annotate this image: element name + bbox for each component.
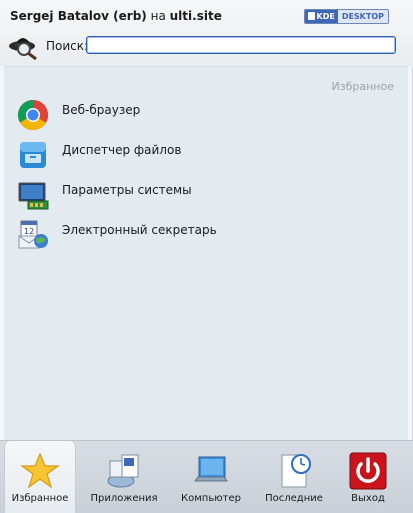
system-settings-icon [18, 182, 49, 210]
user-name: Sergej Batalov (erb) [10, 9, 147, 23]
favorite-file-manager[interactable]: Диспетчер файлов [14, 135, 394, 175]
chrome-icon [17, 100, 49, 131]
tab-label: Приложения [90, 493, 158, 504]
favorite-label: Веб-браузер [62, 103, 141, 117]
favorite-system-settings[interactable]: Параметры системы [14, 175, 394, 215]
launcher-header: Sergej Batalov (erb) на ulti.site KDE DE… [0, 0, 413, 66]
launcher-tabbar: Избранное Приложения Компьютер Последние… [0, 440, 413, 513]
personal-organizer-icon: 12 [18, 220, 48, 249]
tab-label: Компьютер [181, 493, 241, 504]
search-icon [9, 37, 37, 60]
computer-icon [194, 456, 228, 482]
application-launcher: Sergej Batalov (erb) на ulti.site KDE DE… [0, 0, 413, 513]
favorites-section-title: Избранное [331, 80, 394, 93]
tab-favorites[interactable]: Избранное [4, 441, 76, 513]
favorite-label: Диспетчер файлов [62, 143, 182, 157]
tab-applications[interactable]: Приложения [84, 441, 164, 513]
tab-label: Избранное [11, 493, 69, 504]
search-input[interactable] [86, 36, 396, 54]
kde-desktop-logo: KDE DESKTOP [303, 9, 389, 24]
host-name: ulti.site [169, 9, 222, 23]
star-icon [20, 452, 60, 489]
favorites-panel: Избранное Веб-браузер Диспетчер файлов П… [4, 66, 408, 441]
tab-recent[interactable]: Последние [258, 441, 330, 513]
desktop-logo-text: DESKTOP [337, 10, 388, 23]
recent-document-icon [281, 454, 311, 488]
tab-label: Последние [265, 493, 323, 504]
applications-icon [107, 454, 139, 488]
svg-text:12: 12 [24, 227, 34, 236]
search-label: Поиск: [46, 39, 89, 53]
search-row: Поиск: [4, 32, 404, 60]
favorite-label: Параметры системы [62, 183, 192, 197]
favorite-label: Электронный секретарь [62, 223, 217, 237]
kde-logo-text: KDE [304, 10, 338, 23]
favorite-web-browser[interactable]: Веб-браузер [14, 95, 394, 135]
favorite-personal-organizer[interactable]: 12 Электронный секретарь [14, 215, 394, 255]
tab-label: Выход [351, 493, 385, 504]
file-manager-icon [20, 142, 46, 168]
user-host-line: Sergej Batalov (erb) на ulti.site [10, 9, 222, 23]
tab-computer[interactable]: Компьютер [174, 441, 248, 513]
tab-logout[interactable]: Выход [340, 441, 396, 513]
favorites-list: Веб-браузер Диспетчер файлов Параметры с… [14, 95, 394, 255]
host-separator: на [150, 9, 166, 23]
power-icon [349, 452, 387, 490]
